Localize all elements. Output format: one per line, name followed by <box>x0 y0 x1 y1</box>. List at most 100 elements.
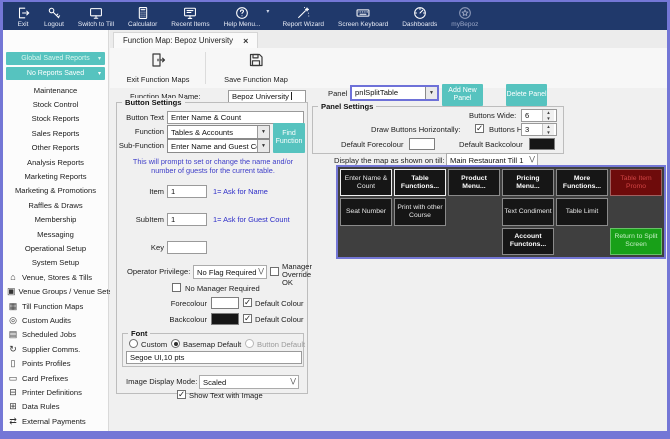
dropdown-chevron-icon[interactable]: ⋁ <box>529 155 535 163</box>
find-function-button[interactable]: Find Function <box>273 123 305 153</box>
grid-button-label: Table Limit <box>566 208 599 216</box>
sidebar-item-card-prefixes[interactable]: ▭Card Prefixes <box>3 371 108 385</box>
sidebar-item-till-function-maps[interactable]: ▦Till Function Maps <box>3 299 108 313</box>
sub-function-dropdown[interactable]: Enter Name and Guest Count ▼ <box>167 139 270 153</box>
toolbar-item-help-menu[interactable]: Help Menu...▾ <box>217 2 268 30</box>
save-function-map-button[interactable]: Save Function Map <box>210 51 302 85</box>
forecolour-swatch[interactable] <box>211 297 239 309</box>
grid-button-table-item-promo[interactable]: Table Item Promo <box>610 169 662 196</box>
backcolour-default-checkbox[interactable] <box>243 314 252 323</box>
dropdown-chevron-icon[interactable]: ⋁ <box>258 267 264 275</box>
sidebar-item-stock-control[interactable]: Stock Control <box>3 97 108 111</box>
global-saved-reports-button[interactable]: Global Saved Reports▾ <box>6 52 105 65</box>
grid-button-label: Pricing Menu... <box>504 175 552 191</box>
font-group-title: Font <box>128 329 150 338</box>
toolbar-item-calculator[interactable]: Calculator <box>121 2 164 30</box>
toolbar-item-exit[interactable]: Exit <box>9 2 37 30</box>
sidebar-item-venue-groups-venue-sets[interactable]: ▣Venue Groups / Venue Sets <box>3 284 108 298</box>
panel-dropdown[interactable]: pnlSplitTable ▼ <box>350 85 439 101</box>
sidebar-item-scheduled-jobs[interactable]: ▤Scheduled Jobs <box>3 328 108 342</box>
toolbar-item-dashboards[interactable]: Dashboards <box>395 2 444 30</box>
sidebar-item-raffles-draws[interactable]: Raffles & Draws <box>3 198 108 212</box>
grid-button-print-with-other-course[interactable]: Print with other Course <box>394 198 446 225</box>
grid-button-enter-name-count[interactable]: Enter Name & Count <box>340 169 392 196</box>
grid-button-seat-number[interactable]: Seat Number <box>340 198 392 225</box>
grid-empty-cell[interactable] <box>394 228 446 255</box>
sidebar-item-analysis-reports[interactable]: Analysis Reports <box>3 155 108 169</box>
custom-audits-icon: ◎ <box>7 316 19 325</box>
font-custom-radio[interactable] <box>129 339 138 348</box>
toolbar-item-screen-keyboard[interactable]: Screen Keyboard <box>331 2 395 30</box>
default-forecolour-swatch[interactable] <box>409 138 435 150</box>
show-text-checkbox[interactable] <box>177 390 186 399</box>
font-button-default-label: Button Default <box>257 340 305 349</box>
grid-empty-cell[interactable] <box>610 198 662 225</box>
sidebar-item-operational-setup[interactable]: Operational Setup <box>3 241 108 255</box>
dropdown-chevron-icon[interactable]: ⋁ <box>290 377 296 385</box>
forecolour-default-checkbox[interactable] <box>243 298 252 307</box>
sidebar-item-stock-reports[interactable]: Stock Reports <box>3 112 108 126</box>
sidebar-item-maintenance[interactable]: Maintenance <box>3 83 108 97</box>
manager-override-checkbox[interactable] <box>270 267 279 276</box>
grid-button-product-menu[interactable]: Product Menu... <box>448 169 500 196</box>
font-name-input[interactable]: Segoe UI,10 pts <box>126 351 302 364</box>
default-backcolour-swatch[interactable] <box>529 138 555 150</box>
spinner-arrows-icon[interactable]: ▲▼ <box>542 110 554 121</box>
spinner-arrows-icon[interactable]: ▲▼ <box>542 124 554 135</box>
no-reports-saved-button[interactable]: No Reports Saved▾ <box>6 67 105 80</box>
sidebar-item-system-setup[interactable]: System Setup <box>3 256 108 270</box>
sidebar-item-messaging[interactable]: Messaging <box>3 227 108 241</box>
chevron-down-icon[interactable]: ▾ <box>266 8 269 15</box>
image-display-mode-dropdown[interactable]: Scaled ⋁ <box>199 375 299 389</box>
sidebar-item-membership[interactable]: Membership <box>3 213 108 227</box>
function-dropdown[interactable]: Tables & Accounts ▼ <box>167 125 270 139</box>
sidebar-item-marketing-promotions[interactable]: Marketing & Promotions <box>3 184 108 198</box>
toolbar-item-mybepoz[interactable]: myBepoz <box>444 2 485 30</box>
delete-panel-button[interactable]: Delete Panel <box>506 84 547 106</box>
sidebar-item-printer-definitions[interactable]: ⊟Printer Definitions <box>3 385 108 399</box>
font-button-default-radio[interactable] <box>245 339 254 348</box>
buttons-wide-spinner[interactable]: 6 ▲▼ <box>521 109 557 122</box>
sidebar-item-custom-audits[interactable]: ◎Custom Audits <box>3 313 108 327</box>
tab-function-map[interactable]: Function Map: Bepoz University × <box>113 32 258 48</box>
grid-empty-cell[interactable] <box>556 228 608 255</box>
sidebar-item-data-rules[interactable]: ⊞Data Rules <box>3 400 108 414</box>
sidebar-item-points-profiles[interactable]: ▯Points Profiles <box>3 356 108 370</box>
backcolour-swatch[interactable] <box>211 313 239 325</box>
grid-button-more-functions[interactable]: More Functions... <box>556 169 608 196</box>
grid-button-pricing-menu[interactable]: Pricing Menu... <box>502 169 554 196</box>
font-basemap-radio[interactable] <box>171 339 180 348</box>
grid-empty-cell[interactable] <box>448 228 500 255</box>
grid-empty-cell[interactable] <box>340 228 392 255</box>
dropdown-arrow-icon[interactable]: ▼ <box>257 126 269 138</box>
sidebar-item-marketing-reports[interactable]: Marketing Reports <box>3 169 108 183</box>
tab-close-icon[interactable]: × <box>243 36 248 46</box>
sidebar-item-supplier-comms[interactable]: ↻Supplier Comms. <box>3 342 108 356</box>
sidebar-item-external-payments[interactable]: ⇄External Payments <box>3 414 108 428</box>
buttons-high-spinner[interactable]: 3 ▲▼ <box>521 123 557 136</box>
toolbar-item-switch-to-till[interactable]: Switch to Till <box>71 2 121 30</box>
sidebar-item-venue-stores-tills[interactable]: ⌂Venue, Stores & Tills <box>3 270 108 284</box>
exit-function-maps-button[interactable]: Exit Function Maps <box>114 51 202 85</box>
no-manager-checkbox[interactable] <box>172 283 181 292</box>
toolbar-item-report-wizard[interactable]: Report Wizard <box>275 2 331 30</box>
item-input[interactable]: 1 <box>167 185 207 198</box>
operator-privilege-dropdown[interactable]: No Flag Required ⋁ <box>193 265 267 279</box>
grid-button-table-limit[interactable]: Table Limit <box>556 198 608 225</box>
toolbar-item-label: myBepoz <box>451 21 478 28</box>
key-input[interactable] <box>167 241 207 254</box>
add-new-panel-button[interactable]: Add New Panel <box>442 84 483 106</box>
draw-horizontally-checkbox[interactable] <box>475 124 484 133</box>
dropdown-arrow-icon[interactable]: ▼ <box>425 87 437 99</box>
toolbar-item-recent-items[interactable]: Recent Items <box>164 2 216 30</box>
sidebar-item-other-reports[interactable]: Other Reports <box>3 141 108 155</box>
grid-button-text-condiment[interactable]: Text Condiment <box>502 198 554 225</box>
grid-button-table-functions[interactable]: Table Functions... <box>394 169 446 196</box>
grid-button-return-to-split-screen[interactable]: Return to Split Screen <box>610 228 662 255</box>
grid-empty-cell[interactable] <box>448 198 500 225</box>
subitem-input[interactable]: 1 <box>167 213 207 226</box>
grid-button-account-functons[interactable]: Account Functons... <box>502 228 554 255</box>
dropdown-arrow-icon[interactable]: ▼ <box>257 140 269 152</box>
toolbar-item-logout[interactable]: Logout <box>37 2 71 30</box>
sidebar-item-sales-reports[interactable]: Sales Reports <box>3 126 108 140</box>
